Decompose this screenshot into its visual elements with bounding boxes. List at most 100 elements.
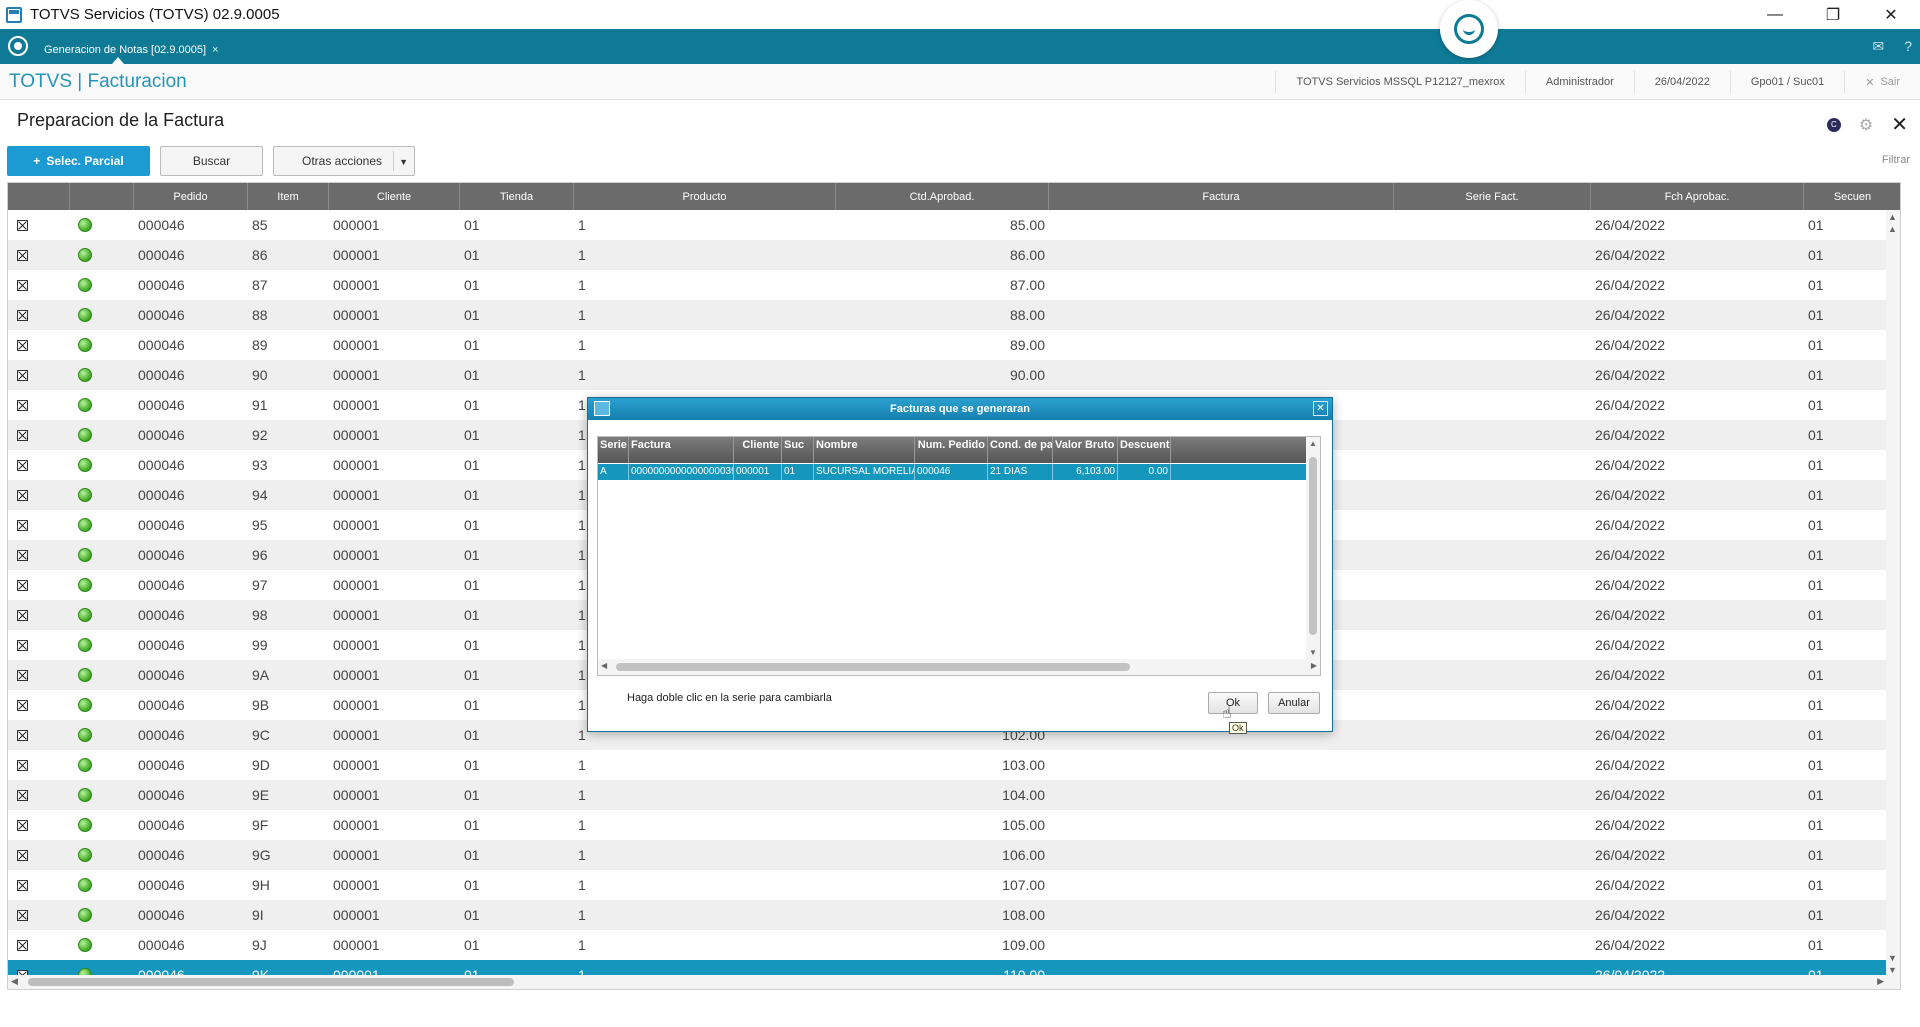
dialog-column-pedido[interactable]: Num. Pedido — [915, 437, 988, 463]
column-header-fecha[interactable]: Fch Aprobac. — [1591, 183, 1804, 210]
row-select-cell[interactable] — [8, 270, 70, 300]
selec-parcial-button[interactable]: + Selec. Parcial — [7, 146, 150, 176]
checkbox-icon[interactable] — [17, 879, 28, 891]
checkbox-icon[interactable] — [17, 519, 28, 531]
dialog-row[interactable]: A 0000000000000000039 000001 01 SUCURSAL MOR… — [598, 464, 1320, 480]
table-row[interactable]: 000046 9H 000001 01 1 107.00 26/04/2022 01 — [8, 870, 1900, 900]
column-header-item[interactable]: Item — [248, 183, 329, 210]
otras-acciones-button[interactable]: Otras acciones ▼ — [273, 146, 415, 176]
close-icon[interactable]: ✕ — [1891, 112, 1908, 137]
table-row[interactable]: 000046 85 000001 01 1 85.00 26/04/2022 01 — [8, 210, 1900, 240]
table-row[interactable]: 000046 9J 000001 01 1 109.00 26/04/2022 01 — [8, 930, 1900, 960]
column-header-select[interactable] — [8, 183, 70, 210]
checkbox-icon[interactable] — [17, 639, 28, 651]
column-header-pedido[interactable]: Pedido — [134, 183, 248, 210]
row-select-cell[interactable] — [8, 810, 70, 840]
row-select-cell[interactable] — [8, 240, 70, 270]
restore-button[interactable]: ❐ — [1804, 0, 1862, 29]
row-select-cell[interactable] — [8, 540, 70, 570]
mail-icon[interactable]: ✉ — [1872, 38, 1884, 55]
row-select-cell[interactable] — [8, 630, 70, 660]
table-row[interactable]: 000046 9D 000001 01 1 103.00 26/04/2022 01 — [8, 750, 1900, 780]
buscar-button[interactable]: Buscar — [160, 146, 263, 176]
anular-button[interactable]: Anular — [1268, 692, 1320, 714]
column-header-cliente[interactable]: Cliente — [329, 183, 460, 210]
row-select-cell[interactable] — [8, 840, 70, 870]
row-select-cell[interactable] — [8, 780, 70, 810]
tab-close-icon[interactable]: × — [212, 44, 218, 56]
table-row[interactable]: 000046 89 000001 01 1 89.00 26/04/2022 01 — [8, 330, 1900, 360]
checkbox-icon[interactable] — [17, 489, 28, 501]
chat-assistant-button[interactable] — [1440, 0, 1498, 58]
dialog-column-descuento[interactable]: Descuento — [1118, 437, 1171, 463]
scroll-up-icon[interactable]: ▲ — [1309, 439, 1317, 448]
checkbox-icon[interactable] — [17, 459, 28, 471]
scroll-down-icon[interactable]: ▼ — [1888, 965, 1897, 975]
scroll-top-icon[interactable]: ▲ — [1888, 224, 1897, 234]
checkbox-icon[interactable] — [17, 429, 28, 441]
ok-button[interactable]: Ok — [1208, 692, 1258, 714]
tab-generacion-notas[interactable]: Generacion de Notas [02.9.0005] × — [38, 35, 233, 64]
checkbox-icon[interactable] — [17, 549, 28, 561]
checkbox-icon[interactable] — [17, 339, 28, 351]
column-header-producto[interactable]: Producto — [574, 183, 836, 210]
dialog-vertical-scrollbar[interactable]: ▲ ▼ — [1306, 437, 1320, 659]
grid-horizontal-scrollbar[interactable]: ◀ ▶ — [8, 975, 1900, 989]
checkbox-icon[interactable] — [17, 909, 28, 921]
checkbox-icon[interactable] — [17, 369, 28, 381]
row-select-cell[interactable] — [8, 870, 70, 900]
table-row[interactable]: 000046 90 000001 01 1 90.00 26/04/2022 01 — [8, 360, 1900, 390]
row-select-cell[interactable] — [8, 660, 70, 690]
dialog-column-nombre[interactable]: Nombre — [814, 437, 915, 463]
column-header-factura[interactable]: Factura — [1049, 183, 1394, 210]
row-select-cell[interactable] — [8, 420, 70, 450]
table-row[interactable]: 000046 87 000001 01 1 87.00 26/04/2022 01 — [8, 270, 1900, 300]
scroll-left-icon[interactable]: ◀ — [11, 976, 18, 987]
dialog-close-icon[interactable]: ✕ — [1313, 401, 1328, 416]
row-select-cell[interactable] — [8, 330, 70, 360]
table-row[interactable]: 000046 9I 000001 01 1 108.00 26/04/2022 01 — [8, 900, 1900, 930]
dialog-column-valor[interactable]: Valor Bruto — [1053, 437, 1118, 463]
row-select-cell[interactable] — [8, 360, 70, 390]
close-window-button[interactable]: ✕ — [1862, 0, 1920, 29]
row-select-cell[interactable] — [8, 480, 70, 510]
row-select-cell[interactable] — [8, 720, 70, 750]
checkbox-icon[interactable] — [17, 309, 28, 321]
row-select-cell[interactable] — [8, 570, 70, 600]
checkbox-icon[interactable] — [17, 579, 28, 591]
dialog-column-cond[interactable]: Cond. de pago — [988, 437, 1053, 463]
table-row[interactable]: 000046 86 000001 01 1 86.00 26/04/2022 01 — [8, 240, 1900, 270]
scroll-down-icon[interactable]: ▼ — [1309, 648, 1317, 657]
table-row[interactable]: 000046 88 000001 01 1 88.00 26/04/2022 01 — [8, 300, 1900, 330]
row-select-cell[interactable] — [8, 600, 70, 630]
dialog-column-cliente[interactable]: Cliente — [734, 437, 782, 463]
horizontal-scroll-thumb[interactable] — [616, 663, 1130, 671]
logout-button[interactable]: ✕ Sair — [1844, 71, 1920, 93]
table-row[interactable]: 000046 9G 000001 01 1 106.00 26/04/2022 01 — [8, 840, 1900, 870]
row-select-cell[interactable] — [8, 750, 70, 780]
dialog-column-serie[interactable]: Serie — [598, 437, 629, 463]
row-select-cell[interactable] — [8, 390, 70, 420]
checkbox-icon[interactable] — [17, 789, 28, 801]
dialog-column-factura[interactable]: Factura — [629, 437, 734, 463]
row-select-cell[interactable] — [8, 900, 70, 930]
column-header-status[interactable] — [70, 183, 134, 210]
scroll-right-icon[interactable]: ▶ — [1877, 976, 1884, 987]
row-select-cell[interactable] — [8, 930, 70, 960]
checkbox-icon[interactable] — [17, 819, 28, 831]
minimize-button[interactable]: — — [1746, 0, 1804, 29]
checkbox-icon[interactable] — [17, 219, 28, 231]
checkbox-icon[interactable] — [17, 849, 28, 861]
row-select-cell[interactable] — [8, 510, 70, 540]
scroll-up-icon[interactable]: ▲ — [1888, 212, 1897, 222]
row-select-cell[interactable] — [8, 690, 70, 720]
table-row[interactable]: 000046 9F 000001 01 1 105.00 26/04/2022 01 — [8, 810, 1900, 840]
checkbox-icon[interactable] — [17, 279, 28, 291]
checkbox-icon[interactable] — [17, 729, 28, 741]
horizontal-scroll-thumb[interactable] — [28, 978, 514, 986]
grid-vertical-scrollbar[interactable]: ▲ ▲ ▼ ▼ — [1886, 210, 1900, 977]
dialog-horizontal-scrollbar[interactable]: ◀ ▶ — [598, 659, 1320, 675]
checkbox-icon[interactable] — [17, 669, 28, 681]
checkbox-icon[interactable] — [17, 699, 28, 711]
scroll-right-icon[interactable]: ▶ — [1311, 661, 1317, 670]
